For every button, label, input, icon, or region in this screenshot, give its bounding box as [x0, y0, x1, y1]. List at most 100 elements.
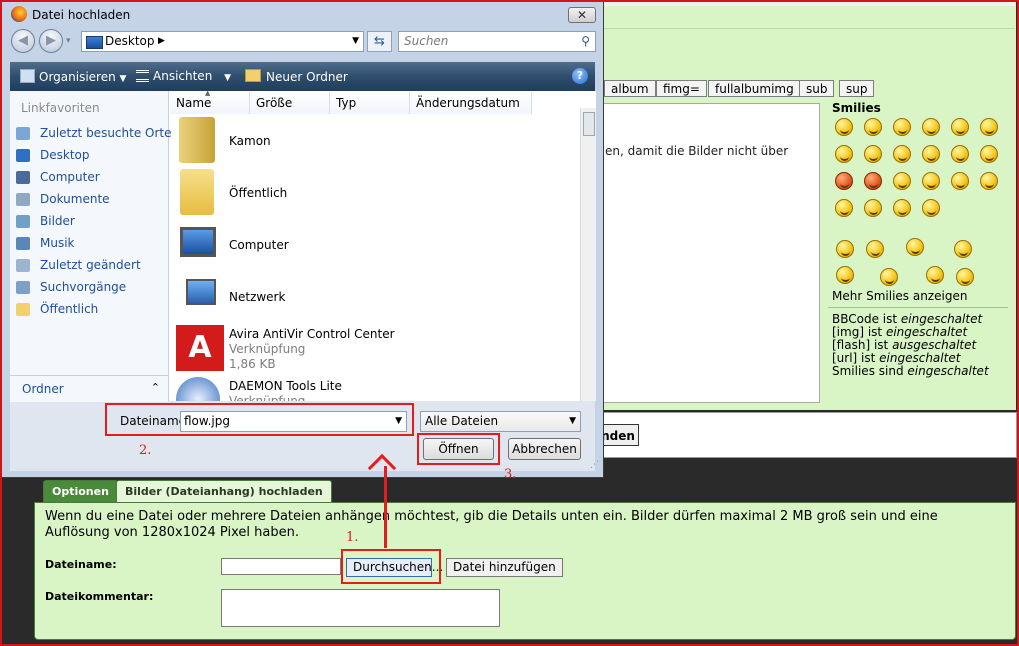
forum-top-strip-2	[600, 6, 1015, 29]
bbcode-album-button[interactable]: album	[604, 80, 656, 97]
chevron-up-icon: ⌃	[150, 381, 160, 394]
scroll-thumb[interactable]	[583, 112, 595, 136]
smiley-icon[interactable]	[866, 240, 884, 258]
folder-icon	[180, 169, 214, 215]
submit-bar	[600, 412, 1017, 458]
resize-grip-icon[interactable]: ⋰	[590, 460, 599, 470]
smiley-icon[interactable]	[922, 145, 940, 163]
smiley-icon[interactable]	[980, 118, 998, 136]
organize-menu[interactable]: Organisieren ▼	[20, 69, 126, 84]
bbcode-fimg-button[interactable]: fimg=	[656, 80, 707, 97]
file-item-avira[interactable]: A Avira AntiVir Control Center Verknüpfu…	[176, 325, 576, 373]
computer-icon	[16, 171, 30, 184]
filetype-select[interactable]: Alle Dateien ▼	[420, 411, 581, 432]
filetype-value: Alle Dateien	[425, 414, 499, 428]
editor-text: en, damit die Bilder nicht über	[605, 144, 789, 158]
smiley-icon[interactable]	[893, 145, 911, 163]
file-item-computer[interactable]: Computer	[176, 221, 576, 269]
new-folder-label: Neuer Ordner	[266, 70, 348, 84]
file-item-kamon[interactable]: Kamon	[176, 117, 576, 165]
bbcode-status: BBCode ist eingeschaltet [img] ist einge…	[832, 313, 989, 378]
search-icon[interactable]: ⚲	[581, 32, 590, 51]
smiley-icon[interactable]	[836, 266, 854, 284]
folder-icon	[16, 303, 30, 316]
annotation-step-2: 2.	[139, 443, 152, 458]
bbcode-sup-button[interactable]: sup	[839, 80, 875, 97]
file-item-network[interactable]: Netzwerk	[176, 273, 576, 321]
avira-icon: A	[176, 325, 224, 371]
smiley-icon[interactable]	[922, 118, 940, 136]
help-icon[interactable]: ?	[572, 68, 588, 84]
more-smilies-link[interactable]: Mehr Smilies anzeigen	[832, 289, 967, 303]
tab-options[interactable]: Optionen	[43, 480, 118, 503]
smiley-icon[interactable]	[922, 199, 940, 217]
smiley-icon[interactable]	[951, 118, 969, 136]
daemon-tools-icon	[176, 377, 220, 401]
chevron-down-icon: ▼	[119, 74, 127, 84]
smiley-icon[interactable]	[835, 199, 853, 217]
file-input[interactable]	[221, 558, 341, 575]
address-text: Desktop	[105, 34, 155, 48]
chevron-down-icon: ▼	[224, 73, 232, 83]
smiley-icon[interactable]	[835, 118, 853, 136]
file-size: 1,86 KB	[229, 357, 276, 371]
views-icon	[136, 70, 149, 82]
smiley-icon[interactable]	[980, 145, 998, 163]
firefox-icon	[11, 6, 27, 22]
column-size[interactable]: Größe	[250, 92, 330, 114]
network-icon	[186, 279, 216, 305]
bbcode-fullalbumimg-button[interactable]: fullalbumimg	[708, 80, 801, 97]
file-item-daemon[interactable]: DAEMON Tools Lite Verknüpfung	[176, 377, 576, 401]
forward-icon[interactable]: ▶	[39, 29, 63, 53]
smiley-icon[interactable]	[864, 172, 882, 190]
tab-attachments[interactable]: Bilder (Dateianhang) hochladen	[116, 480, 332, 503]
column-type[interactable]: Typ	[330, 92, 410, 114]
smiley-icon[interactable]	[893, 199, 911, 217]
search-input[interactable]: Suchen ⚲	[398, 31, 596, 52]
column-date[interactable]: Änderungsdatum	[410, 92, 532, 114]
new-folder-icon	[245, 69, 261, 82]
user-folder-icon	[179, 117, 215, 163]
file-name: Computer	[229, 238, 289, 252]
smiley-icon[interactable]	[864, 118, 882, 136]
file-list-scrollbar[interactable]	[580, 108, 596, 401]
new-folder-button[interactable]: Neuer Ordner	[245, 69, 348, 84]
cancel-button[interactable]: Abbrechen	[508, 438, 581, 460]
smiley-icon[interactable]	[906, 238, 924, 256]
smiley-icon[interactable]	[836, 240, 854, 258]
folders-toggle[interactable]: Ordner ⌃	[10, 375, 168, 402]
file-item-public[interactable]: Öffentlich	[176, 169, 576, 217]
smiley-icon[interactable]	[864, 145, 882, 163]
smiley-icon[interactable]	[922, 172, 940, 190]
views-menu[interactable]: Ansichten ▼	[136, 69, 231, 83]
search-placeholder: Suchen	[404, 34, 449, 48]
file-name: DAEMON Tools Lite	[229, 379, 342, 393]
organize-icon	[20, 69, 35, 83]
add-file-button[interactable]: Datei hinzufügen	[446, 558, 563, 577]
address-dropdown-icon[interactable]: ▼	[352, 32, 359, 51]
file-type: Verknüpfung	[229, 342, 306, 356]
smiley-icon[interactable]	[835, 172, 853, 190]
smiley-icon[interactable]	[954, 240, 972, 258]
comment-field[interactable]	[221, 589, 500, 627]
smiley-icon[interactable]	[893, 172, 911, 190]
comment-label: Dateikommentar:	[45, 590, 154, 603]
address-bar[interactable]: Desktop ▶ ▼	[81, 31, 364, 52]
refresh-icon[interactable]: ⇆	[367, 31, 392, 52]
smiley-icon[interactable]	[864, 199, 882, 217]
file-name: Öffentlich	[229, 186, 288, 200]
smiley-icon[interactable]	[926, 266, 944, 284]
back-icon[interactable]: ◀	[11, 29, 35, 53]
attachment-description: Wenn du eine Datei oder mehrere Dateien …	[45, 509, 938, 540]
smiley-icon[interactable]	[951, 145, 969, 163]
history-dropdown-icon[interactable]: ▾	[66, 36, 71, 46]
smiley-icon[interactable]	[980, 172, 998, 190]
close-icon[interactable]: ✕	[568, 7, 596, 23]
bbcode-sub-button[interactable]: sub	[799, 80, 835, 97]
smiley-icon[interactable]	[880, 268, 898, 286]
smiley-icon[interactable]	[951, 172, 969, 190]
smiley-icon[interactable]	[893, 118, 911, 136]
smiley-icon[interactable]	[956, 268, 974, 286]
smiley-icon[interactable]	[835, 145, 853, 163]
file-name: Kamon	[229, 134, 271, 148]
